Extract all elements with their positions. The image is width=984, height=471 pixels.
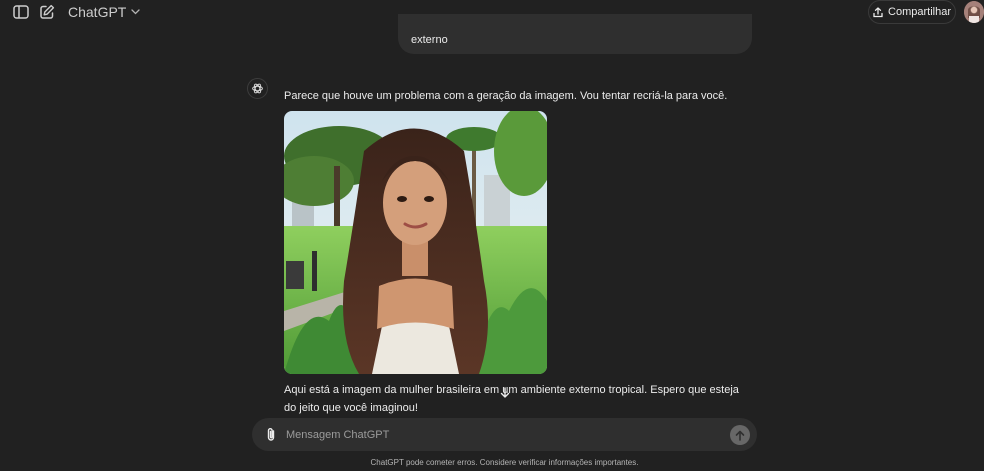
sidebar-toggle-icon bbox=[13, 5, 29, 19]
share-label: Compartilhar bbox=[888, 6, 951, 18]
model-selector[interactable]: ChatGPT bbox=[68, 4, 141, 20]
edit-icon bbox=[40, 4, 55, 19]
generated-image[interactable] bbox=[284, 111, 547, 374]
share-button[interactable]: Compartilhar bbox=[868, 0, 956, 24]
assistant-message-intro: Parece que houve um problema com a geraç… bbox=[284, 90, 728, 102]
avatar[interactable] bbox=[964, 1, 984, 23]
paperclip-icon bbox=[267, 428, 275, 441]
arrow-down-icon bbox=[500, 387, 510, 398]
model-name: ChatGPT bbox=[68, 4, 127, 20]
assistant-message-followup: Aqui está a imagem da mulher brasileira … bbox=[284, 384, 739, 414]
arrow-up-icon bbox=[735, 430, 745, 441]
new-chat-button[interactable] bbox=[37, 2, 57, 22]
scroll-to-bottom-button[interactable] bbox=[497, 385, 513, 401]
assistant-avatar bbox=[247, 78, 268, 99]
share-icon bbox=[873, 6, 883, 17]
disclaimer-text: ChatGPT pode cometer erros. Considere ve… bbox=[370, 458, 639, 467]
message-input[interactable] bbox=[286, 426, 716, 443]
user-message-text: externo bbox=[411, 34, 448, 46]
message-composer bbox=[252, 418, 757, 451]
user-message-bubble: externo bbox=[398, 14, 752, 54]
sidebar-toggle-button[interactable] bbox=[11, 2, 31, 22]
chevron-down-icon bbox=[131, 9, 141, 15]
openai-logo-icon bbox=[252, 83, 263, 94]
send-button[interactable] bbox=[730, 425, 750, 445]
attach-file-button[interactable] bbox=[263, 426, 279, 443]
